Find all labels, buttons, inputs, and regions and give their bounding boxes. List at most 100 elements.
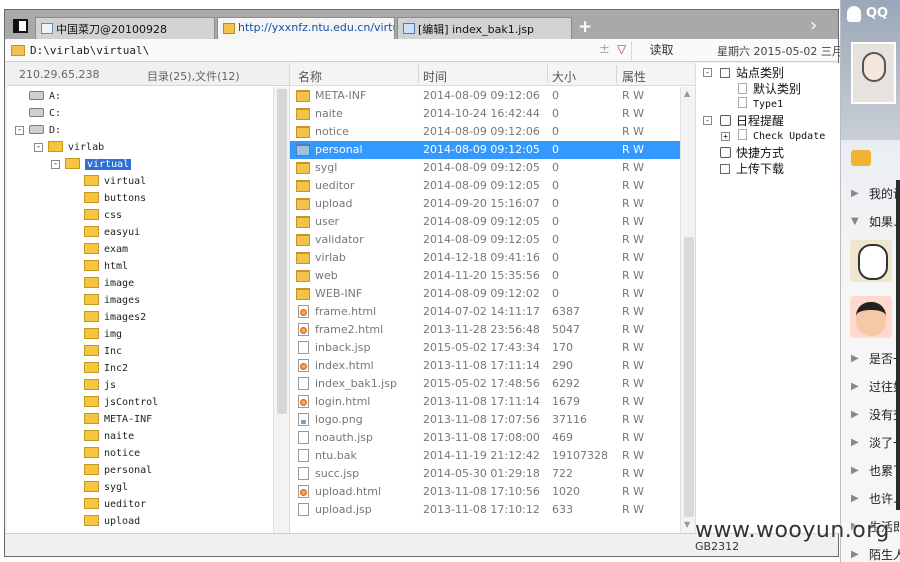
expand-arrow-icon[interactable]: ▼	[851, 208, 859, 236]
collapse-toggle-icon[interactable]: -	[51, 160, 60, 169]
expand-arrow-icon[interactable]: ▶	[851, 429, 859, 457]
expand-arrow-icon[interactable]: ▶	[851, 485, 859, 513]
plus-minus-icon[interactable]: ±	[599, 42, 610, 57]
path-input[interactable]: D:\virlab\virtual\	[30, 44, 149, 57]
tree-node[interactable]: easyui	[84, 224, 140, 241]
qq-group-item[interactable]: ▶淡了一	[841, 429, 900, 457]
expand-arrow-icon[interactable]: ▶	[851, 373, 859, 401]
file-row[interactable]: naite 2014-10-24 16:42:44 0 R W	[290, 105, 680, 123]
file-row[interactable]: succ.jsp 2014-05-30 01:29:18 722 R W	[290, 465, 680, 483]
message-icon[interactable]	[851, 150, 871, 166]
tree-node[interactable]: exam	[84, 241, 128, 258]
tree-node[interactable]: img	[84, 326, 122, 343]
tree-node[interactable]: C:	[29, 105, 61, 122]
tree-scrollbar[interactable]	[273, 87, 289, 533]
tree-node[interactable]: virtual	[84, 173, 146, 190]
collapse-toggle-icon[interactable]: -	[15, 126, 24, 135]
collapse-toggle-icon[interactable]: -	[703, 68, 712, 77]
tab-editor[interactable]: [编辑] index_bak1.jsp	[397, 17, 572, 39]
expand-arrow-icon[interactable]: ▶	[851, 541, 859, 562]
site-tree-node[interactable]: 快捷方式	[720, 145, 784, 161]
contact-avatar[interactable]	[850, 296, 892, 338]
column-attr[interactable]: 属性	[622, 68, 646, 85]
tree-node[interactable]: image	[84, 275, 134, 292]
tree-node[interactable]: META-INF	[84, 411, 152, 428]
qq-group-item[interactable]: ▶也许…	[841, 485, 900, 513]
tree-node[interactable]: html	[84, 258, 128, 275]
tree-node[interactable]: - virtual	[51, 156, 132, 173]
column-divider[interactable]	[616, 65, 617, 83]
qq-group-item[interactable]: ▶也累了	[841, 457, 900, 485]
file-row[interactable]: logo.png 2013-11-08 17:07:56 37116 R W	[290, 411, 680, 429]
expand-arrow-icon[interactable]: ▶	[851, 180, 859, 208]
file-list-scrollbar[interactable]: ▲ ▼	[680, 87, 696, 533]
qq-group-item[interactable]: ▶是否一	[841, 345, 900, 373]
file-row[interactable]: frame2.html 2013-11-28 23:56:48 5047 R W	[290, 321, 680, 339]
tree-node[interactable]: css	[84, 207, 122, 224]
file-row[interactable]: index_bak1.jsp 2015-05-02 17:48:56 6292 R W	[290, 375, 680, 393]
tree-node[interactable]: ueditor	[84, 496, 146, 513]
file-row[interactable]: WEB-INF 2014-08-09 09:12:02 0 R W	[290, 285, 680, 303]
column-divider[interactable]	[418, 65, 419, 83]
site-tree-node[interactable]: Type1	[738, 97, 783, 113]
file-row[interactable]: virlab 2014-12-18 09:41:16 0 R W	[290, 249, 680, 267]
file-row[interactable]: index.html 2013-11-08 17:11:14 290 R W	[290, 357, 680, 375]
site-tree-node[interactable]: 默认类别	[738, 81, 801, 97]
expand-arrow-icon[interactable]: ▶	[851, 457, 859, 485]
collapse-toggle-icon[interactable]: -	[703, 116, 712, 125]
tree-node[interactable]: A:	[29, 88, 61, 105]
tab-filemanager[interactable]: http://yxxnfz.ntu.edu.cn/virtu...	[217, 17, 395, 40]
column-divider[interactable]	[547, 65, 548, 83]
history-dropdown-icon[interactable]: ▽	[617, 42, 626, 56]
column-size[interactable]: 大小	[552, 68, 576, 85]
collapse-toggle-icon[interactable]: +	[721, 132, 730, 141]
site-tree-node[interactable]: - 站点类别	[703, 65, 784, 81]
file-row[interactable]: noauth.jsp 2013-11-08 17:08:00 469 R W	[290, 429, 680, 447]
file-row[interactable]: login.html 2013-11-08 17:11:14 1679 R W	[290, 393, 680, 411]
tab-home[interactable]: 中国菜刀@20100928	[35, 17, 215, 39]
tree-node[interactable]: - D:	[15, 122, 61, 139]
sidebar-toggle-icon[interactable]	[13, 19, 28, 33]
column-time[interactable]: 时间	[423, 68, 447, 85]
qq-group-item[interactable]: ▼如果…	[841, 208, 900, 236]
file-row[interactable]: personal 2014-08-09 09:12:05 0 R W	[290, 141, 680, 159]
file-row[interactable]: ntu.bak 2014-11-19 21:12:42 19107328 R W	[290, 447, 680, 465]
file-row[interactable]: upload.jsp 2013-11-08 17:10:12 633 R W	[290, 501, 680, 519]
file-row[interactable]: upload 2014-09-20 15:16:07 0 R W	[290, 195, 680, 213]
file-row[interactable]: upload.html 2013-11-08 17:10:56 1020 R W	[290, 483, 680, 501]
tree-node[interactable]: buttons	[84, 190, 146, 207]
scroll-down-icon[interactable]: ▼	[684, 520, 690, 529]
scroll-up-icon[interactable]: ▲	[684, 89, 690, 98]
column-name[interactable]: 名称	[298, 68, 322, 85]
site-tree-node[interactable]: + Check Update	[721, 129, 825, 145]
tree-node[interactable]: Inc	[84, 343, 122, 360]
new-tab-button[interactable]: +	[578, 17, 592, 37]
file-row[interactable]: notice 2014-08-09 09:12:06 0 R W	[290, 123, 680, 141]
contact-avatar[interactable]	[850, 240, 892, 282]
qq-scrollbar[interactable]	[896, 180, 900, 510]
file-row[interactable]: inback.jsp 2015-05-02 17:43:34 170 R W	[290, 339, 680, 357]
scroll-thumb[interactable]	[277, 89, 287, 414]
tree-node[interactable]: jsControl	[84, 394, 158, 411]
file-row[interactable]: frame.html 2014-07-02 14:11:17 6387 R W	[290, 303, 680, 321]
file-row[interactable]: validator 2014-08-09 09:12:05 0 R W	[290, 231, 680, 249]
read-button[interactable]: 读取	[631, 41, 691, 60]
tab-scroll-right-icon[interactable]: ›	[810, 15, 817, 36]
scroll-thumb[interactable]	[684, 237, 694, 517]
file-row[interactable]: user 2014-08-09 09:12:05 0 R W	[290, 213, 680, 231]
tree-node[interactable]: images	[84, 292, 140, 309]
site-tree-node[interactable]: 上传下载	[720, 161, 784, 177]
tree-node[interactable]: naite	[84, 428, 134, 445]
file-row[interactable]: META-INF 2014-08-09 09:12:06 0 R W	[290, 87, 680, 105]
site-tree-node[interactable]: - 日程提醒	[703, 113, 784, 129]
expand-arrow-icon[interactable]: ▶	[851, 345, 859, 373]
tree-node[interactable]: - virlab	[34, 139, 104, 156]
tree-node[interactable]: js	[84, 377, 116, 394]
qq-group-item[interactable]: ▶我的设	[841, 180, 900, 208]
file-row[interactable]: web 2014-11-20 15:35:56 0 R W	[290, 267, 680, 285]
tree-node[interactable]: upload	[84, 513, 140, 530]
avatar[interactable]	[851, 42, 896, 104]
tree-node[interactable]: notice	[84, 445, 140, 462]
tree-node[interactable]: Inc2	[84, 360, 128, 377]
file-row[interactable]: ueditor 2014-08-09 09:12:05 0 R W	[290, 177, 680, 195]
